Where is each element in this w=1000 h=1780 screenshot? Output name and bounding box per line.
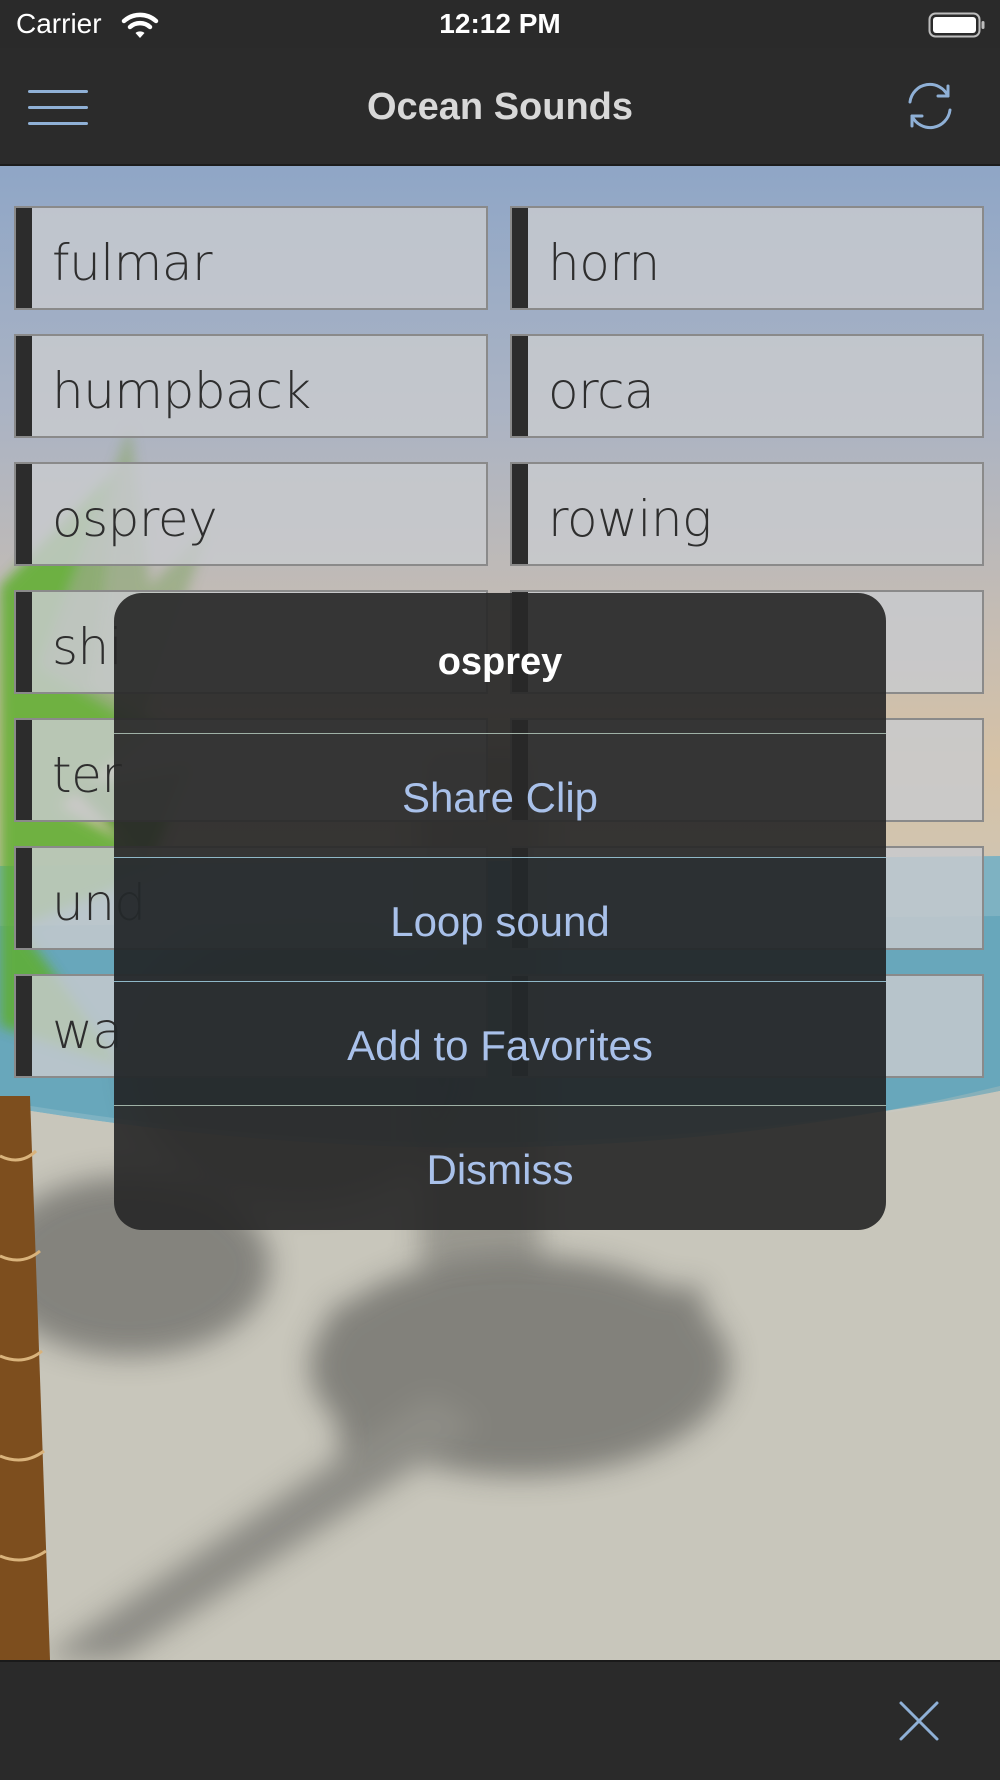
sound-button-handle [512, 464, 528, 564]
refresh-icon[interactable] [902, 78, 958, 134]
close-icon[interactable] [898, 1700, 940, 1742]
sound-button-handle [16, 336, 32, 436]
sound-button-handle [16, 720, 32, 820]
sound-button-humpback[interactable]: humpback [14, 334, 488, 438]
share-clip-button[interactable]: Share Clip [114, 733, 886, 857]
sound-button-handle [16, 848, 32, 948]
status-time: 12:12 PM [439, 8, 561, 39]
bottom-toolbar [0, 1660, 1000, 1780]
sound-label: fulmar [52, 234, 213, 292]
sound-button-handle [16, 464, 32, 564]
sound-label: horn [548, 234, 660, 292]
battery-icon [928, 12, 985, 38]
page-title: Ocean Sounds [366, 86, 634, 128]
sound-button-handle [512, 208, 528, 308]
sound-button-fulmar[interactable]: fulmar [14, 206, 488, 310]
sound-button-horn[interactable]: horn [510, 206, 984, 310]
dismiss-button[interactable]: Dismiss [114, 1105, 886, 1229]
sound-label: rowing [548, 490, 712, 548]
status-bar: Carrier 12:12 PM [0, 0, 1000, 48]
sound-label: wa [52, 1002, 123, 1060]
nav-bar: Ocean Sounds [0, 48, 1000, 166]
add-to-favorites-button[interactable]: Add to Favorites [114, 981, 886, 1105]
sound-label: ter [52, 746, 122, 804]
sound-button-handle [16, 208, 32, 308]
sound-label: osprey [52, 490, 218, 548]
sound-button-handle [16, 592, 32, 692]
sound-button-osprey[interactable]: osprey [14, 462, 488, 566]
sound-button-orca[interactable]: orca [510, 334, 984, 438]
sound-button-rowing[interactable]: rowing [510, 462, 984, 566]
sound-button-handle [16, 976, 32, 1076]
alert-title: osprey [437, 641, 563, 683]
sound-label: humpback [52, 362, 311, 420]
loop-sound-button[interactable]: Loop sound [114, 857, 886, 981]
sound-label: shi [52, 618, 123, 676]
sound-options-alert: osprey Share Clip Loop sound Add to Favo… [114, 593, 886, 1230]
sound-label: orca [548, 362, 655, 420]
sound-button-handle [512, 336, 528, 436]
